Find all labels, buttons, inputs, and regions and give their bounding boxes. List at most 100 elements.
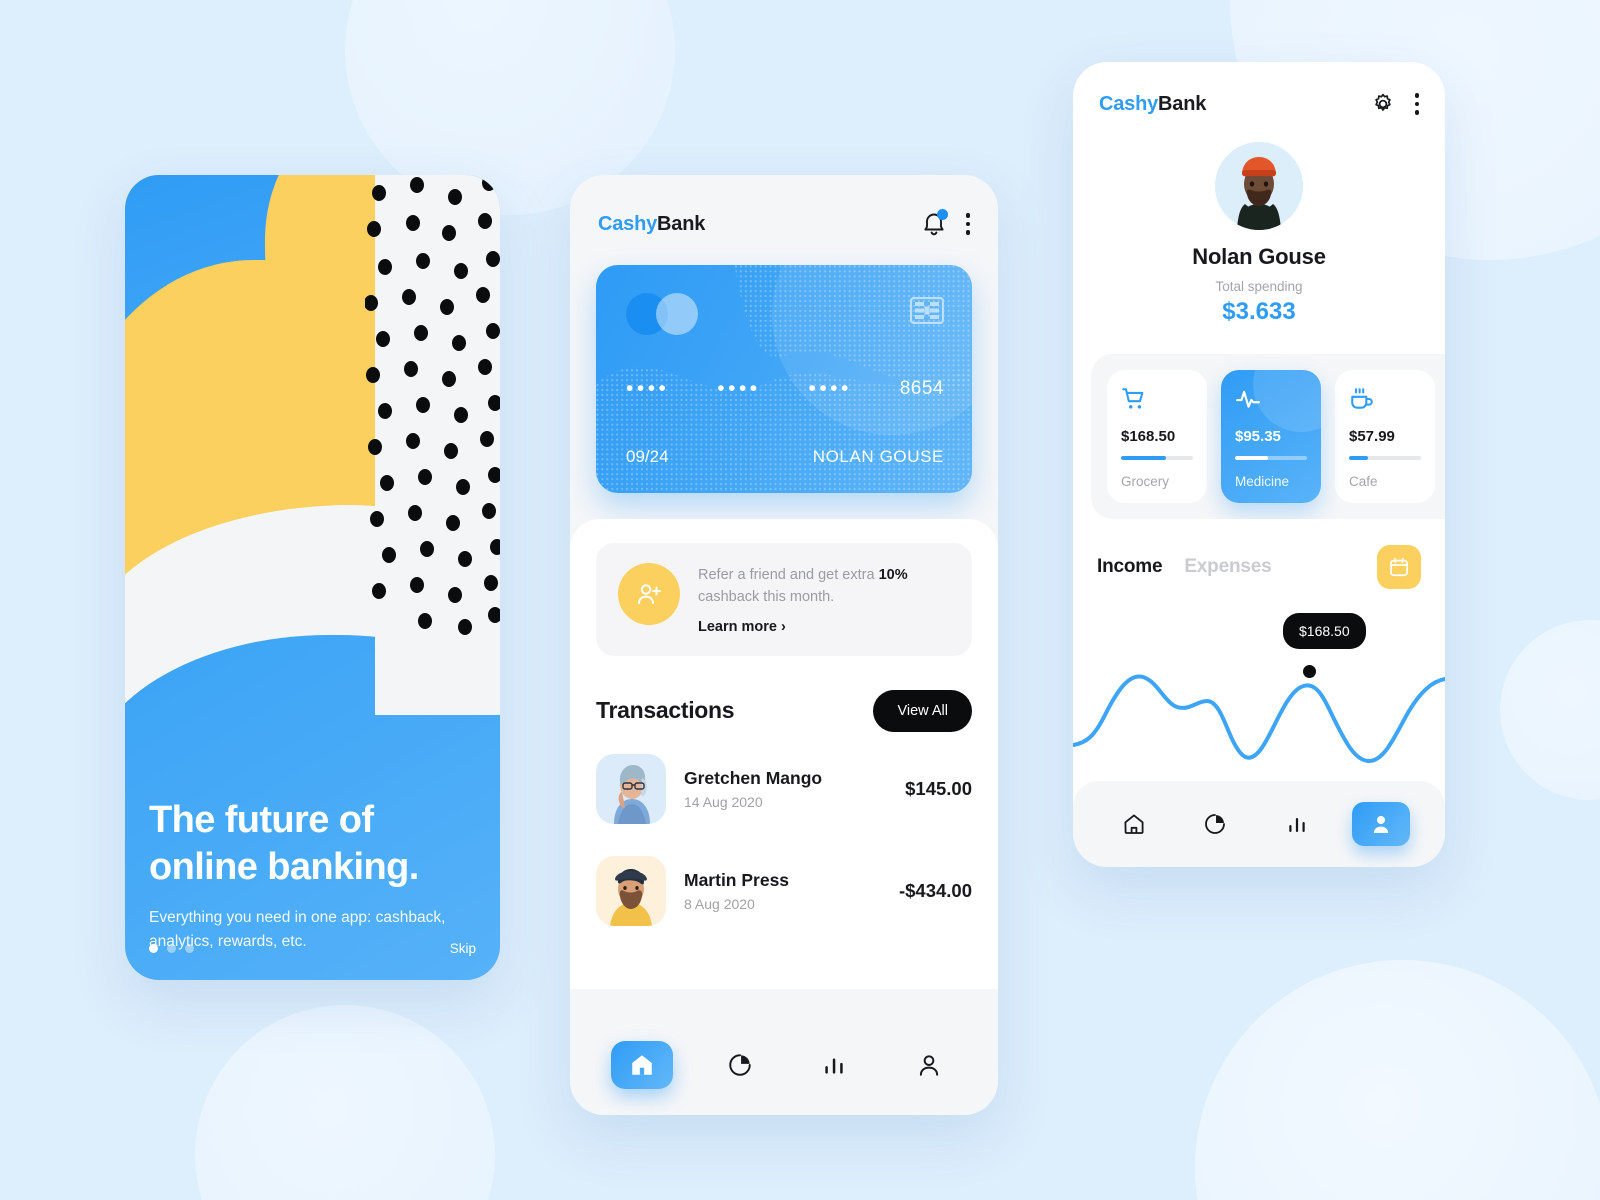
nav-item-pie-chart[interactable] <box>1189 804 1241 844</box>
pie-chart-icon <box>729 1054 751 1076</box>
nav-item-home[interactable] <box>1108 804 1160 844</box>
category-amount: $57.99 <box>1349 428 1395 445</box>
header-actions <box>922 209 970 237</box>
referral-content: Refer a friend and get extra 10% cashbac… <box>698 563 950 636</box>
category-card-cafe[interactable]: $57.99 Cafe <box>1335 370 1435 503</box>
income-line-chart[interactable]: $168.50 <box>1073 595 1445 785</box>
nav-item-profile[interactable] <box>1352 802 1411 846</box>
chart-data-point[interactable] <box>1303 665 1316 678</box>
profile-header: CashyBank <box>1073 62 1445 116</box>
cart-icon <box>1121 386 1193 412</box>
cup-icon <box>1349 386 1421 412</box>
background-circle-3 <box>1500 620 1600 800</box>
chart-line <box>1073 674 1445 764</box>
referral-text-after: cashback this month. <box>698 588 835 605</box>
dashboard-header: CashyBank <box>570 175 998 237</box>
referral-highlight: 10% <box>878 567 908 583</box>
chart-tabs: Income Expenses <box>1073 519 1445 589</box>
person-icon <box>919 1055 938 1076</box>
category-label: Grocery <box>1121 474 1170 489</box>
page-dot-2[interactable] <box>167 944 176 953</box>
page-title: Nolan Gouse <box>1192 244 1326 269</box>
card-number-last4: 8654 <box>899 378 944 399</box>
page-dot-3[interactable] <box>185 944 194 953</box>
bar-chart-icon <box>825 1058 843 1074</box>
transaction-name: Martin Press <box>684 869 790 890</box>
referral-banner[interactable]: Refer a friend and get extra 10% cashbac… <box>596 543 972 656</box>
table-row[interactable]: Martin Press 8 Aug 2020 -$434.00 <box>596 840 972 942</box>
category-progress-bar <box>1349 456 1421 460</box>
add-user-icon <box>618 563 680 625</box>
settings-button[interactable] <box>1371 92 1395 116</box>
category-progress-bar <box>1121 456 1193 460</box>
avatar <box>596 753 666 824</box>
transactions-title: Transactions <box>596 697 735 723</box>
referral-text: Refer a friend and get extra 10% cashbac… <box>698 563 950 609</box>
category-amount: $168.50 <box>1121 428 1176 445</box>
chart-tooltip: $168.50 <box>1283 613 1366 649</box>
view-all-button[interactable]: View All <box>873 689 972 732</box>
card-brand-logo-icon <box>626 293 700 335</box>
page-indicator[interactable] <box>149 944 194 953</box>
transaction-name: Gretchen Mango <box>684 767 823 788</box>
transactions-header: Transactions View All <box>596 689 972 732</box>
more-menu-button[interactable] <box>965 213 970 235</box>
nav-item-profile[interactable] <box>901 1043 957 1087</box>
polka-dots-icon <box>365 175 500 635</box>
header-actions <box>1371 92 1419 116</box>
pie-chart-icon <box>1205 814 1226 834</box>
avatar-gretchen-icon <box>596 753 666 824</box>
notification-badge <box>936 209 948 220</box>
transaction-meta: Gretchen Mango 14 Aug 2020 <box>684 768 887 810</box>
background-circle-5 <box>195 1005 495 1200</box>
calendar-icon <box>1390 557 1408 577</box>
nav-item-bar-chart[interactable] <box>806 1043 862 1087</box>
bottom-navigation-wrapper <box>1073 781 1445 867</box>
category-label: Medicine <box>1235 474 1290 489</box>
credit-card[interactable]: •••• •••• •••• 8654 09/24 NOLAN GOUSE <box>596 265 972 493</box>
bar-chart-icon <box>1289 818 1305 832</box>
transaction-amount: -$434.00 <box>898 879 972 901</box>
table-row[interactable]: Gretchen Mango 14 Aug 2020 $145.00 <box>596 738 972 840</box>
card-holder-name: NOLAN GOUSE <box>812 447 944 466</box>
transaction-date: 8 Aug 2020 <box>684 895 755 912</box>
avatar-martin-icon <box>596 855 666 926</box>
bottom-navigation <box>570 1015 998 1115</box>
card-number: •••• •••• •••• 8654 <box>626 377 944 401</box>
tab-income[interactable]: Income <box>1097 556 1163 578</box>
nav-item-pie-chart[interactable] <box>712 1043 768 1087</box>
nav-item-home[interactable] <box>611 1041 674 1089</box>
nav-item-bar-chart[interactable] <box>1271 804 1323 844</box>
dashboard-panel: Refer a friend and get extra 10% cashbac… <box>570 519 998 989</box>
card-expiry: 09/24 <box>626 447 669 466</box>
avatar-nolan-icon <box>1215 142 1303 230</box>
calendar-button[interactable] <box>1377 545 1421 589</box>
kebab-menu-icon <box>1414 93 1419 115</box>
profile-summary: Nolan Gouse Total spending $3.633 <box>1073 116 1445 326</box>
spending-amount: $3.633 <box>1222 298 1296 325</box>
logo-accent: Cashy <box>598 212 658 235</box>
app-logo: CashyBank <box>598 213 705 236</box>
notification-bell-button[interactable] <box>922 209 948 237</box>
logo-plain: Bank <box>1158 92 1207 115</box>
learn-more-link[interactable]: Learn more › <box>698 619 786 635</box>
kebab-menu-icon <box>965 213 970 235</box>
profile-screen: CashyBank Nolan Gouse Total spending $3.… <box>1073 62 1445 867</box>
skip-button[interactable]: Skip <box>450 941 476 956</box>
category-carousel[interactable]: $168.50 Grocery $95.35 Medicine $57.99 C… <box>1091 354 1445 519</box>
avatar[interactable] <box>1215 142 1303 230</box>
category-card-grocery[interactable]: $168.50 Grocery <box>1107 370 1207 503</box>
home-icon <box>632 1055 652 1075</box>
home-icon <box>1124 814 1144 834</box>
tab-expenses[interactable]: Expenses <box>1184 556 1271 578</box>
category-label: Cafe <box>1349 474 1378 489</box>
app-logo: CashyBank <box>1099 93 1206 116</box>
page-dot-1[interactable] <box>149 944 158 953</box>
transaction-meta: Martin Press 8 Aug 2020 <box>684 870 881 912</box>
card-number-group-3: •••• <box>808 377 852 400</box>
logo-accent: Cashy <box>1099 92 1159 115</box>
more-menu-button[interactable] <box>1414 93 1419 115</box>
card-footer: 09/24 NOLAN GOUSE <box>626 447 944 467</box>
category-card-medicine[interactable]: $95.35 Medicine <box>1221 370 1321 503</box>
card-number-group-2: •••• <box>717 377 761 400</box>
